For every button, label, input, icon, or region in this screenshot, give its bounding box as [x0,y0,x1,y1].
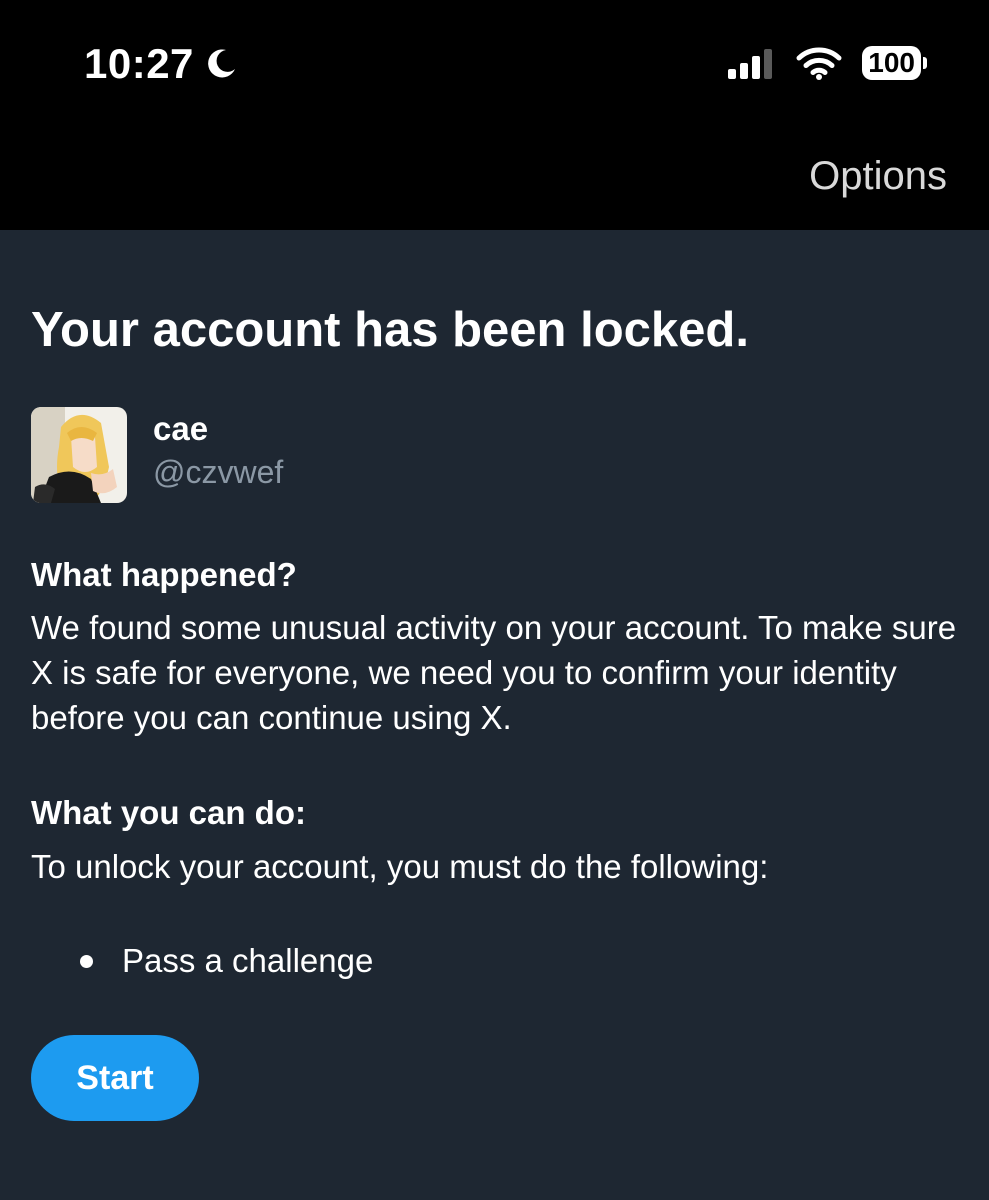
step-label: Pass a challenge [122,942,374,979]
steps-list: Pass a challenge [80,942,373,980]
bullet-icon [80,954,93,968]
what-happened-body: We found some unusual activity on your a… [31,609,957,736]
wifi-icon [796,47,842,80]
options-button[interactable]: Options [809,154,947,199]
main-content: Your account has been locked. cae @czvwe… [0,230,989,1200]
moon-icon [208,49,235,78]
battery-cap [923,57,927,69]
status-time: 10:27 [84,40,194,87]
user-handle: @czvwef [153,454,284,490]
status-indicators: 100 [726,46,927,80]
battery-level: 100 [862,46,921,80]
cellular-signal-icon [728,49,773,79]
avatar [31,407,127,503]
status-time-group: 10:27 [84,40,238,88]
start-button[interactable]: Start [31,1035,199,1121]
battery-icon: 100 [862,46,927,80]
display-name: cae [153,410,209,447]
list-item: Pass a challenge [80,942,373,980]
what-you-can-do-body: To unlock your account, you must do the … [31,848,769,885]
status-bar: 10:27 100 [0,0,989,132]
avatar-image [31,407,127,503]
nav-bar: Options [0,132,989,230]
page-title: Your account has been locked. [31,303,749,357]
what-you-can-do-heading: What you can do: [31,794,306,831]
what-happened-heading: What happened? [31,556,297,593]
